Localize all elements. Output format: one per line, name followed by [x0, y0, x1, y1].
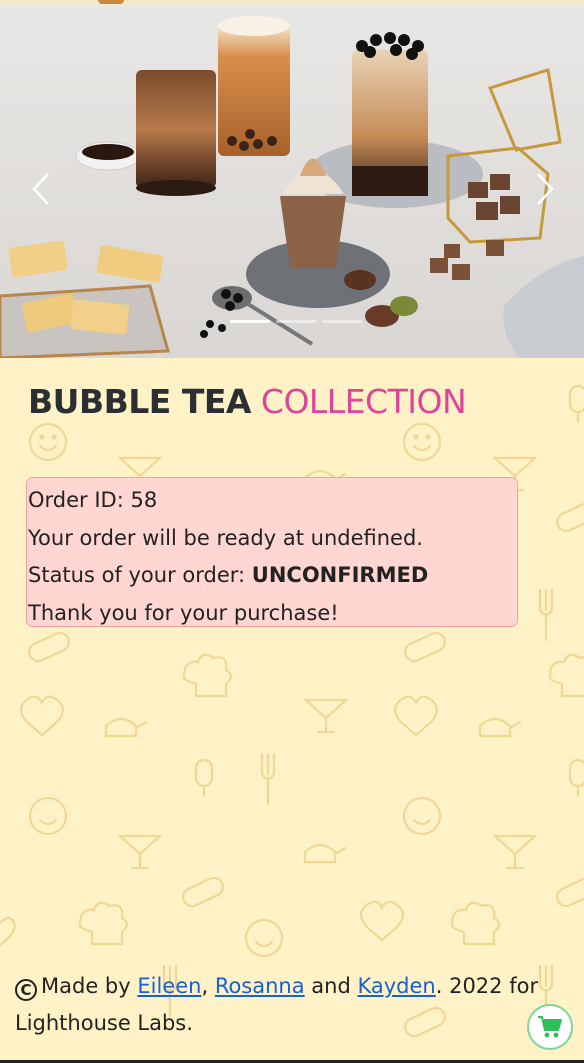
copyright-icon: C [15, 979, 37, 1001]
footer: C Made by Eileen, Rosanna and Kayden. 202… [15, 968, 555, 1042]
author-link-kayden[interactable]: Kayden [357, 974, 435, 998]
footer-and: and [304, 974, 358, 998]
order-status-value: UNCONFIRMED [251, 563, 429, 587]
cart-icon [538, 1016, 562, 1038]
order-status-line: Status of your order: UNCONFIRMED [28, 557, 517, 595]
footer-made-by: Made by [41, 974, 138, 998]
order-id-line: Order ID: 58 [28, 488, 158, 512]
background-pattern [0, 384, 584, 1038]
footer-separator: , [201, 974, 215, 998]
order-thanks-line: Thank you for your purchase! [28, 600, 339, 625]
chevron-left-icon [32, 173, 49, 205]
order-alert: Order ID: 58 Your order will be ready at… [26, 477, 518, 627]
order-status-label: Status of your order: [28, 563, 252, 587]
carousel-prev-button[interactable] [28, 171, 54, 207]
page-title: BUBBLE TEA COLLECTION [28, 382, 467, 421]
author-link-rosanna[interactable]: Rosanna [215, 974, 305, 998]
smile-icon [28, 422, 68, 462]
hero-carousel [0, 6, 584, 358]
author-link-eileen[interactable]: Eileen [137, 974, 201, 998]
title-word-bubble-tea: BUBBLE TEA [28, 382, 251, 421]
top-tab [98, 0, 124, 4]
cart-button[interactable] [527, 1004, 573, 1050]
chevron-right-icon [537, 173, 554, 205]
title-word-collection: COLLECTION [260, 382, 467, 421]
order-ready-line: Your order will be ready at undefined. [28, 525, 423, 550]
hero-image [0, 6, 584, 358]
carousel-next-button[interactable] [532, 171, 558, 207]
